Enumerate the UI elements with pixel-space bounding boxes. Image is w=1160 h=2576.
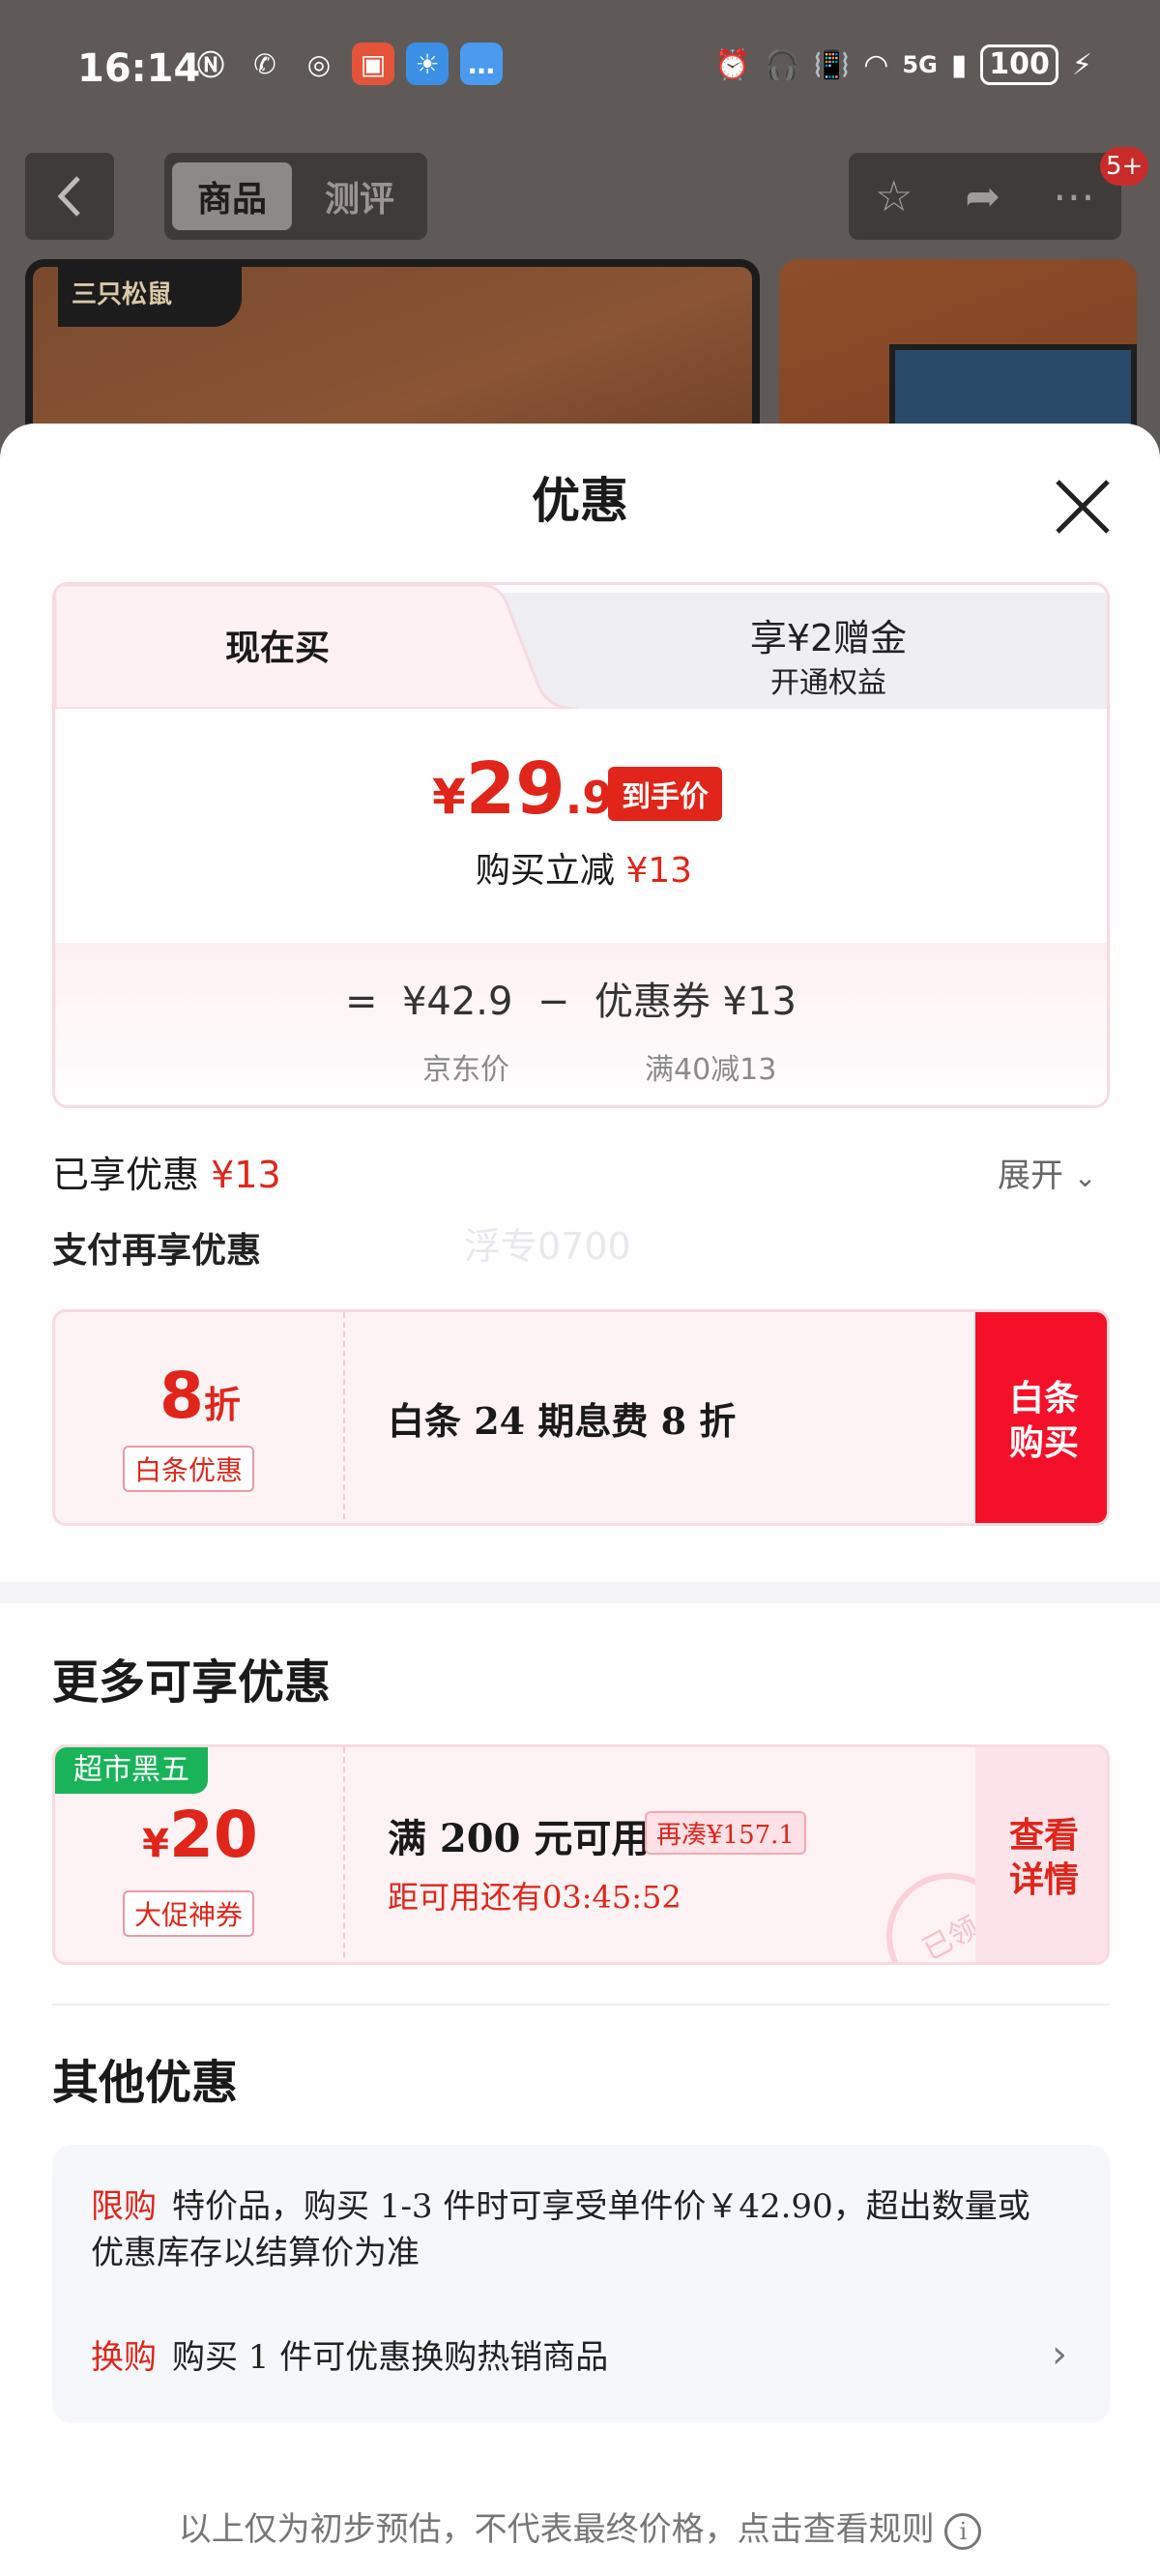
favorite-star-icon[interactable]: ☆ — [875, 172, 913, 221]
close-icon[interactable] — [1048, 472, 1117, 542]
status-bar: 16:14 Ⓝ ✆ ◎ ▣ ☀ … ⏰ 🎧 📳 ◠ 5G ▮ 100 ⚡ — [0, 0, 1160, 145]
battery-icon: 100 — [980, 44, 1058, 85]
message-icon: … — [460, 43, 503, 85]
status-time: 16:14 — [77, 46, 201, 91]
calc-formula: = ¥42.9 − 优惠券 ¥13 — [345, 980, 797, 1024]
price-currency: ¥ — [432, 769, 466, 825]
baitiao-buy-label: 白条购买 — [1008, 1378, 1079, 1463]
missed-call-icon: ✆ — [253, 47, 276, 80]
coupon-ribbon: 超市黑五 — [55, 1747, 208, 1794]
divider-line — [52, 2004, 1110, 2005]
baitiao-discount: 8折 — [55, 1359, 345, 1433]
price-card: 享¥2赠金 开通权益 现在买 ¥ 29 .9 到手价 购买立减 ¥13 = ¥4… — [52, 582, 1110, 1108]
coupon-detail-label: 查看详情 — [1008, 1815, 1079, 1900]
baitiao-text: 白条 24 期息费 8 折 — [388, 1399, 737, 1443]
back-button[interactable] — [25, 153, 114, 240]
footer-note[interactable]: 以上仅为初步预估，不代表最终价格，点击查看规则 i — [0, 2503, 1160, 2550]
other-item-exchange-tag: 换购 — [91, 2338, 157, 2377]
expand-label: 展开 — [998, 1156, 1063, 1195]
other-item-exchange-text: 购买 1 件可优惠换购热销商品 — [172, 2338, 609, 2377]
tab-benefit-title: 享¥2赠金 — [749, 617, 908, 659]
app-slow-icon: ▣ — [352, 43, 394, 85]
coupon-card: ¥20 大促神券 超市黑五 满 200 元可用 再凑¥157.1 距可用还有03… — [52, 1744, 1110, 1965]
discount-sheet: 优惠 享¥2赠金 开通权益 现在买 ¥ 29 .9 到手价 购买立减 ¥13 =… — [0, 424, 1160, 2576]
sheet-title: 优惠 — [532, 472, 628, 529]
expand-button[interactable]: 展开 ⌄ — [998, 1149, 1096, 1196]
coupon-label: 大促神券 — [123, 1890, 255, 1937]
coupon-currency: ¥ — [142, 1822, 169, 1866]
other-discounts-box: 限购 特价品，购买 1-3 件时可享受单件价￥42.90，超出数量或优惠库存以结算… — [52, 2145, 1110, 2423]
calc-coupon-label: 满40减13 — [645, 1053, 777, 1087]
status-right: ⏰ 🎧 📳 ◠ 5G ▮ 100 ⚡ — [714, 44, 1092, 85]
price-subtitle-value: ¥13 — [625, 851, 693, 891]
chevron-left-icon — [57, 176, 80, 217]
price-main: ¥ 29 .9 到手价 购买立减 ¥13 — [55, 709, 1107, 943]
footer-note-text: 以上仅为初步预估，不代表最终价格，点击查看规则 — [178, 2510, 935, 2549]
baitiao-card: 8折 白条优惠 白条 24 期息费 8 折 白条购买 — [52, 1309, 1110, 1526]
notification-icons: Ⓝ ✆ ◎ ▣ ☀ … — [189, 43, 503, 85]
other-item-limit-text: 特价品，购买 1-3 件时可享受单件价￥42.90，超出数量或优惠库存以结算价为… — [91, 2187, 1030, 2272]
baitiao-label: 白条优惠 — [123, 1446, 255, 1492]
calc-jd-label: 京东价 — [422, 1053, 509, 1087]
tab-benefit-subtitle: 开通权益 — [770, 666, 886, 700]
more-icon[interactable]: ⋯ — [1053, 172, 1095, 221]
tab-buy-now[interactable]: 现在买 — [55, 620, 500, 670]
price-tag: 到手价 — [608, 767, 722, 821]
charging-icon: ⚡ — [1071, 47, 1092, 82]
baitiao-discount-unit: 折 — [203, 1384, 241, 1426]
coupon-amount: ¥20 — [55, 1798, 345, 1872]
section-divider — [0, 1582, 1160, 1603]
headphones-icon: 🎧 — [764, 47, 800, 82]
wifi-icon: ◠ — [863, 47, 889, 82]
price-calculation: = ¥42.9 − 优惠券 ¥13 京东价 满40减13 — [55, 943, 1107, 1105]
baitiao-discount-num: 8 — [160, 1359, 204, 1433]
weather-icon: ☀ — [406, 43, 449, 85]
coupon-countdown: 距可用还有03:45:52 — [388, 1879, 682, 1916]
info-icon[interactable]: i — [944, 2513, 982, 2550]
top-nav: 商品 测评 ☆ ➦ ⋯ — [0, 153, 1160, 242]
tab-product[interactable]: 商品 — [172, 162, 292, 230]
wechat-icon: ◎ — [306, 47, 332, 80]
chevron-down-icon: ⌄ — [1073, 1161, 1097, 1193]
nfc-icon: Ⓝ — [196, 49, 224, 81]
baitiao-buy-button[interactable]: 白条购买 — [975, 1312, 1107, 1523]
watermark: 浮专0700 — [464, 1225, 631, 1268]
brand-logo: 三只松鼠 — [58, 265, 242, 327]
other-item-limit-tag: 限购 — [91, 2187, 157, 2226]
tab-review[interactable]: 测评 — [300, 162, 420, 230]
vibrate-icon: 📳 — [813, 47, 851, 82]
enjoyed-value: ¥13 — [211, 1154, 281, 1196]
more-discounts-title: 更多可享优惠 — [52, 1655, 332, 1710]
price-integer: 29 — [465, 747, 566, 831]
other-item-limit: 限购 特价品，购买 1-3 件时可享受单件价￥42.90，超出数量或优惠库存以结算… — [91, 2183, 1058, 2276]
share-icon[interactable]: ➦ — [965, 172, 1000, 221]
notification-badge: 5+ — [1100, 147, 1149, 186]
baitiao-left: 8折 白条优惠 — [55, 1312, 345, 1523]
price-subtitle: 购买立减 ¥13 — [55, 842, 1107, 893]
signal-label: 5G — [902, 51, 938, 78]
alarm-icon: ⏰ — [714, 47, 751, 82]
other-discounts-title: 其他优惠 — [52, 2056, 239, 2110]
price-subtitle-label: 购买立减 — [475, 851, 615, 891]
other-item-exchange[interactable]: 换购 购买 1 件可优惠换购热销商品 — [91, 2330, 1058, 2378]
chevron-right-icon[interactable]: › — [1052, 2332, 1067, 2377]
final-price: ¥ 29 .9 — [432, 747, 613, 831]
signal-icon: ▮ — [950, 47, 968, 82]
payment-title: 支付再享优惠 — [52, 1230, 262, 1271]
product-tabs: 商品 测评 — [164, 153, 427, 240]
coupon-chip: 再凑¥157.1 — [645, 1811, 806, 1855]
price-decimal: .9 — [565, 772, 614, 824]
coupon-condition: 满 200 元可用 — [388, 1816, 651, 1861]
enjoyed-discount: 已享优惠 ¥13 — [52, 1145, 281, 1198]
coupon-amount-num: 20 — [168, 1798, 258, 1872]
coupon-detail-button[interactable]: 查看详情 — [975, 1747, 1107, 1962]
nav-actions: ☆ ➦ ⋯ — [849, 153, 1121, 240]
enjoyed-label: 已享优惠 — [52, 1154, 200, 1196]
